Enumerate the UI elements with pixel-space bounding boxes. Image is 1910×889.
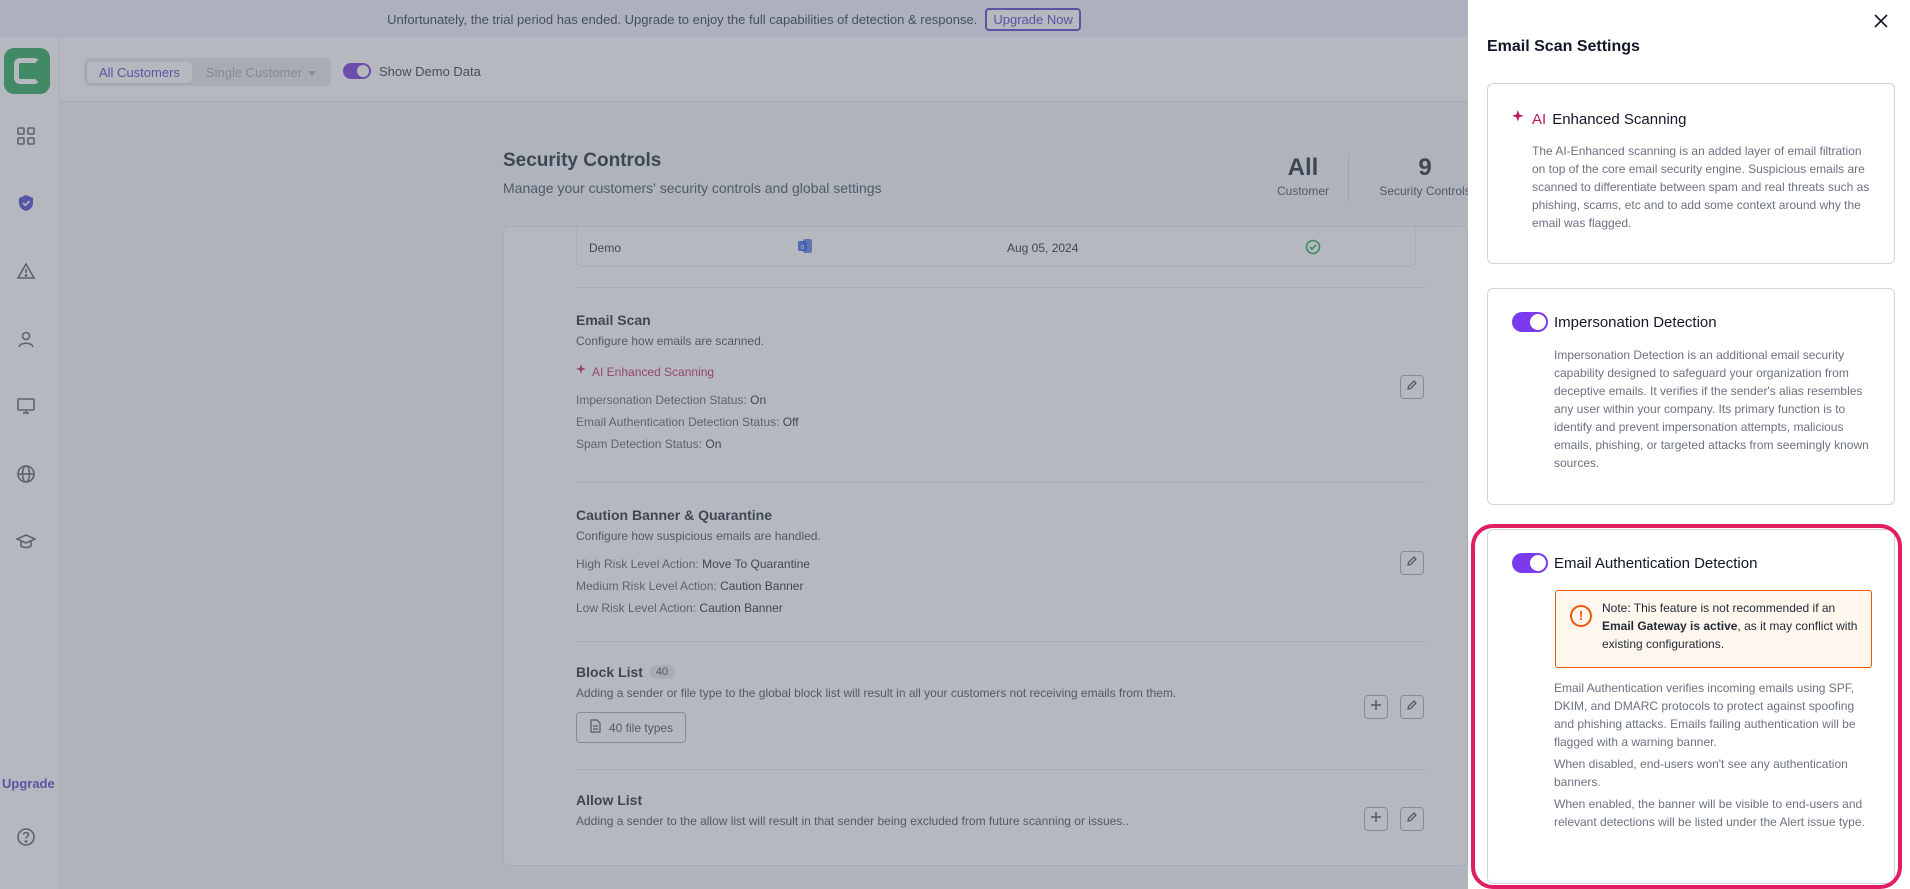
email-auth-header: Email Authentication Detection (1512, 553, 1757, 573)
app-background: Unfortunately, the trial period has ende… (0, 0, 1468, 889)
email-auth-desc-1: Email Authentication verifies incoming e… (1554, 681, 1856, 749)
note-text-bold: Email Gateway is active (1602, 619, 1738, 633)
note-text-pre: Note: This feature is not recommended if… (1602, 601, 1836, 615)
ai-scanning-desc: The AI-Enhanced scanning is an added lay… (1532, 144, 1870, 230)
info-icon: ! (1570, 605, 1592, 627)
impersonation-card: Impersonation Detection Impersonation De… (1487, 288, 1895, 505)
modal-backdrop[interactable] (0, 0, 1468, 889)
email-auth-desc: Email Authentication verifies incoming e… (1554, 679, 1876, 831)
impersonation-desc: Impersonation Detection is an additional… (1554, 348, 1869, 470)
email-scan-settings-drawer: Email Scan Settings AI Enhanced Scanning… (1468, 0, 1910, 889)
close-button[interactable] (1870, 12, 1892, 34)
drawer-title: Email Scan Settings (1487, 38, 1640, 55)
impersonation-title: Impersonation Detection (1554, 313, 1717, 331)
ai-scanning-header: AI Enhanced Scanning (1512, 110, 1686, 128)
email-auth-toggle[interactable] (1512, 553, 1548, 573)
sparkle-icon (1512, 110, 1526, 128)
ai-tag: AI (1532, 110, 1547, 128)
gateway-warning-note: ! Note: This feature is not recommended … (1555, 590, 1872, 668)
close-icon (1874, 13, 1888, 33)
impersonation-toggle[interactable] (1512, 312, 1548, 332)
impersonation-header: Impersonation Detection (1512, 312, 1717, 332)
email-auth-title: Email Authentication Detection (1554, 554, 1758, 572)
email-auth-desc-2: When disabled, end-users won't see any a… (1554, 757, 1848, 789)
ai-scanning-title: Enhanced Scanning (1552, 110, 1687, 128)
email-auth-desc-3: When enabled, the banner will be visible… (1554, 797, 1865, 829)
ai-scanning-card: AI Enhanced Scanning The AI-Enhanced sca… (1487, 83, 1895, 264)
email-auth-card: Email Authentication Detection ! Note: T… (1487, 529, 1895, 884)
